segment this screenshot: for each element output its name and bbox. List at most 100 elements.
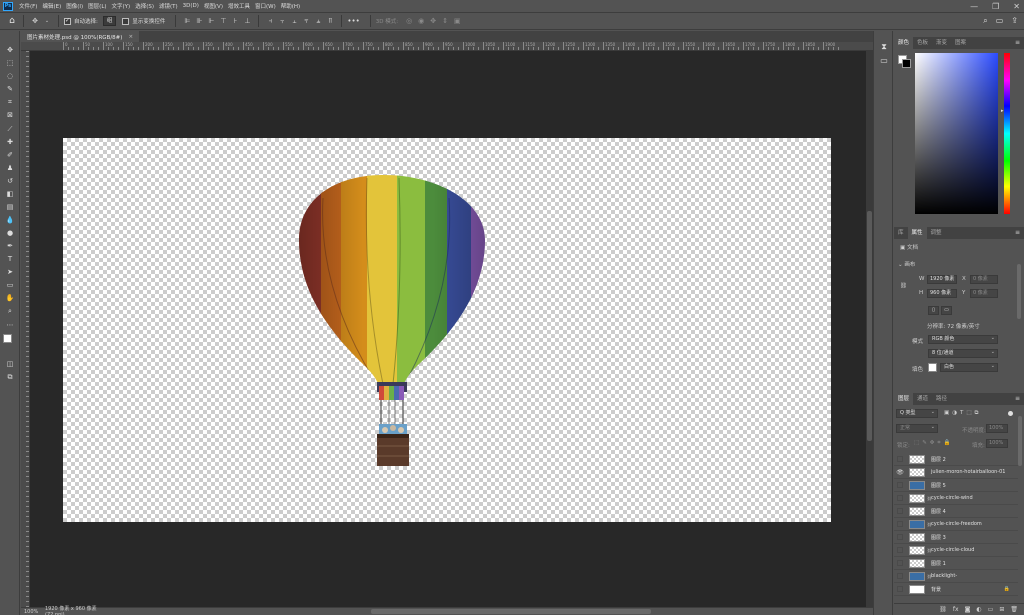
align-middle-icon[interactable]: ⊦ (231, 17, 239, 25)
lock-icons[interactable]: ⬚✎✥⌗🔒 (914, 440, 953, 447)
crop-tool-icon[interactable]: ⌗ (4, 97, 16, 108)
healing-brush-tool-icon[interactable]: ✚ (4, 137, 16, 148)
horizontal-scrollbar[interactable] (371, 609, 651, 614)
layers-scrollbar[interactable] (1018, 416, 1022, 466)
3d-camera-icon[interactable]: ▣ (453, 17, 461, 25)
hue-slider[interactable] (1004, 53, 1010, 214)
screen-mode-icon[interactable]: ⧉ (4, 372, 16, 383)
layer-row[interactable]: 图层 1 (894, 557, 1018, 570)
fill-opacity-field[interactable]: 100% (986, 439, 1008, 448)
quick-mask-icon[interactable]: ◫ (4, 359, 16, 370)
type-tool-icon[interactable]: T (4, 254, 16, 265)
comments-panel-icon[interactable]: ▭ (878, 55, 890, 67)
layer-name[interactable]: cycle-circle-cloud (931, 547, 974, 553)
visibility-toggle[interactable] (897, 495, 903, 501)
distribute-bottom-icon[interactable]: ⫪ (326, 17, 334, 25)
more-options-button[interactable]: ••• (347, 17, 359, 25)
tab-color[interactable]: 颜色 (894, 37, 914, 49)
tab-channels[interactable]: 通道 (913, 393, 932, 405)
3d-pan-icon[interactable]: ✥ (429, 17, 437, 25)
distribute-center-icon[interactable]: ⫟ (278, 17, 286, 25)
blur-tool-icon[interactable]: 💧 (4, 215, 16, 226)
chevron-down-icon[interactable]: ⌄ (43, 17, 51, 25)
3d-orbit-icon[interactable]: ◎ (405, 17, 413, 25)
color-picker-field[interactable] (915, 53, 998, 214)
hue-slider-handle[interactable]: ▸ (1001, 108, 1004, 114)
tab-patterns[interactable]: 图案 (951, 37, 970, 49)
panel-menu-icon[interactable]: ≡ (1015, 227, 1020, 239)
menu-help[interactable]: 帮助(H) (281, 2, 300, 10)
menu-file[interactable]: 文件(F) (19, 2, 37, 10)
dodge-tool-icon[interactable]: ● (4, 228, 16, 239)
search-icon[interactable]: ⌕ (983, 16, 987, 26)
bit-depth-dropdown[interactable]: 8 位/通道 (928, 349, 998, 358)
panel-menu-icon[interactable]: ≡ (1015, 37, 1020, 49)
home-icon[interactable]: ⌂ (6, 15, 18, 27)
menu-type[interactable]: 文字(Y) (112, 2, 131, 10)
canvas-section-header[interactable]: ⌄ 画布 (898, 260, 915, 268)
layer-row[interactable]: ⛓ blacklight- (894, 570, 1018, 583)
layer-name[interactable]: 背景 (931, 586, 941, 593)
menu-image[interactable]: 图像(I) (66, 2, 83, 10)
layer-name[interactable]: cycle-circle-freedom (931, 521, 982, 527)
new-layer-icon[interactable]: ⊞ (999, 606, 1004, 613)
layer-thumbnail[interactable] (909, 493, 925, 503)
layer-thumbnail[interactable] (909, 571, 925, 581)
layer-thumbnail[interactable] (909, 584, 925, 594)
photoshop-logo-icon[interactable]: Ps (3, 1, 13, 11)
layer-row[interactable]: 图层 2 (894, 453, 1018, 466)
menu-select[interactable]: 选择(S) (135, 2, 154, 10)
visibility-toggle[interactable] (897, 456, 903, 462)
opacity-field[interactable]: 100% (986, 424, 1008, 433)
panel-menu-icon[interactable]: ≡ (1015, 393, 1020, 405)
layer-name[interactable]: 图层 3 (931, 534, 946, 541)
align-left-icon[interactable]: ⊫ (183, 17, 191, 25)
menu-layer[interactable]: 图层(L) (88, 2, 106, 10)
zoom-level[interactable]: 100% (21, 609, 45, 615)
layer-name[interactable]: julien-moron-hotairballoon-01 (931, 469, 1005, 475)
add-mask-icon[interactable]: ◙ (965, 606, 971, 613)
visibility-eye-icon[interactable]: 👁 (894, 466, 906, 479)
menu-filter[interactable]: 滤镜(T) (159, 2, 178, 10)
tab-gradients[interactable]: 渐变 (932, 37, 951, 49)
layer-filter-dropdown[interactable]: Q 类型 (896, 409, 938, 418)
brush-tool-icon[interactable]: ✐ (4, 150, 16, 161)
align-bottom-icon[interactable]: ⊥ (243, 17, 251, 25)
auto-select-checkbox[interactable] (64, 17, 71, 25)
tab-adjustments[interactable]: 调整 (927, 227, 946, 239)
blend-mode-dropdown[interactable]: 正常 (896, 424, 938, 433)
align-center-h-icon[interactable]: ⊪ (195, 17, 203, 25)
layer-name[interactable]: 图层 1 (931, 560, 946, 567)
zoom-tool-icon[interactable]: ⌕ (4, 306, 16, 317)
layer-name[interactable]: 图层 2 (931, 456, 946, 463)
clone-stamp-tool-icon[interactable]: ♟ (4, 163, 16, 174)
align-top-icon[interactable]: ⊤ (219, 17, 227, 25)
landscape-orientation-icon[interactable]: ▭ (941, 306, 952, 315)
tab-properties[interactable]: 属性 (907, 227, 927, 239)
document-canvas[interactable] (63, 138, 831, 522)
background-color-swatch[interactable] (902, 59, 911, 68)
workspace-icon[interactable]: ▭ (996, 16, 1004, 26)
layer-row[interactable]: ⛓ cycle-circle-freedom (894, 518, 1018, 531)
width-field[interactable]: 1920 像素 (927, 275, 957, 284)
layer-thumbnail[interactable] (909, 454, 925, 464)
visibility-toggle[interactable] (897, 586, 903, 592)
menu-view[interactable]: 视图(V) (204, 2, 223, 10)
color-mode-dropdown[interactable]: RGB 颜色 (928, 335, 998, 344)
auto-select-dropdown[interactable]: 组 (102, 16, 117, 26)
share-icon[interactable]: ⇪ (1011, 16, 1018, 26)
visibility-toggle[interactable] (897, 573, 903, 579)
new-group-icon[interactable]: ▭ (988, 606, 994, 613)
properties-scrollbar[interactable] (1017, 264, 1021, 319)
layer-thumbnail[interactable] (909, 519, 925, 529)
layer-row[interactable]: 背景 🔒 (894, 583, 1018, 596)
frame-tool-icon[interactable]: ⊠ (4, 110, 16, 121)
pen-tool-icon[interactable]: ✒ (4, 241, 16, 252)
tab-layers[interactable]: 图层 (894, 393, 914, 405)
quick-select-tool-icon[interactable]: ✎ (4, 84, 16, 95)
color-swatches[interactable] (3, 334, 17, 348)
move-tool-icon[interactable]: ✥ (31, 17, 39, 25)
tab-libraries[interactable]: 库 (894, 227, 908, 239)
adjustment-layer-icon[interactable]: ◐ (976, 606, 981, 613)
distribute-right-icon[interactable]: ⫠ (290, 17, 298, 25)
